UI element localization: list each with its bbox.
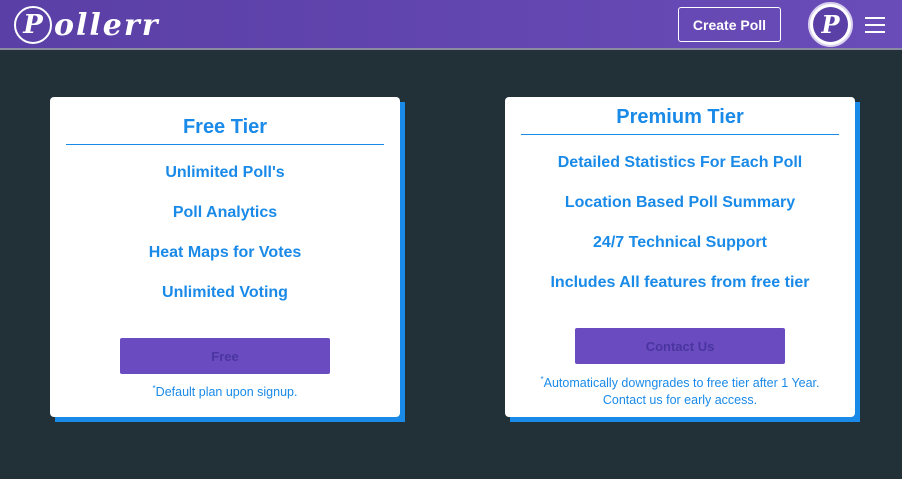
- free-feature-item: Unlimited Poll's: [165, 164, 285, 181]
- menu-line: [865, 17, 885, 19]
- premium-note-text-1: Automatically downgrades to free tier af…: [543, 376, 820, 391]
- premium-tier-card: Premium Tier Detailed Statistics For Eac…: [505, 97, 855, 417]
- free-tier-note: *Default plan upon signup.: [50, 380, 400, 401]
- logo-initial: P: [14, 6, 52, 44]
- hamburger-menu-icon[interactable]: [865, 17, 885, 33]
- premium-feature-item: Includes All features from free tier: [550, 274, 810, 291]
- logo-text: ollerr: [54, 7, 160, 43]
- free-note-text: Default plan upon signup.: [155, 385, 298, 400]
- premium-tier-note: *Automatically downgrades to free tier a…: [505, 371, 855, 409]
- free-tier-card: Free Tier Unlimited Poll's Poll Analytic…: [50, 97, 400, 417]
- top-navbar: P ollerr Create Poll P: [0, 0, 902, 50]
- premium-note-line-1: *Automatically downgrades to free tier a…: [505, 371, 855, 392]
- free-tier-title: Free Tier: [182, 116, 268, 138]
- menu-line: [865, 24, 885, 26]
- premium-note-line-2: Contact us for early access.: [602, 393, 758, 408]
- free-feature-item: Poll Analytics: [172, 204, 278, 221]
- premium-feature-item: 24/7 Technical Support: [593, 234, 767, 251]
- free-plan-button[interactable]: Free: [120, 338, 330, 374]
- premium-feature-item: Location Based Poll Summary: [564, 194, 796, 211]
- contact-us-button[interactable]: Contact Us: [575, 328, 785, 364]
- free-tier-divider: [66, 144, 384, 145]
- free-feature-item: Unlimited Voting: [162, 284, 288, 301]
- premium-tier-title: Premium Tier: [616, 106, 744, 128]
- avatar[interactable]: P: [808, 2, 853, 47]
- pollerr-logo[interactable]: P ollerr: [14, 4, 160, 46]
- avatar-letter: P: [813, 7, 848, 42]
- premium-tier-divider: [521, 134, 839, 135]
- create-poll-button[interactable]: Create Poll: [678, 7, 781, 42]
- menu-line: [865, 31, 885, 33]
- free-feature-item: Heat Maps for Votes: [148, 244, 302, 261]
- premium-feature-item: Detailed Statistics For Each Poll: [557, 154, 803, 171]
